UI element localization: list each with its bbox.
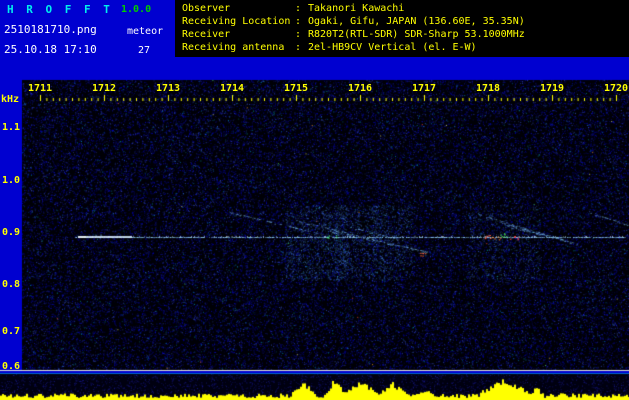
info-value: Ogaki, Gifu, JAPAN (136.60E, 35.35N)	[308, 15, 525, 28]
info-label: Receiver	[182, 28, 295, 41]
info-row-location: Receiving Location : Ogaki, Gifu, JAPAN …	[175, 15, 629, 28]
info-value: R820T2(RTL-SDR) SDR-Sharp 53.1000MHz	[308, 28, 525, 41]
x-tick-label: 1714	[216, 83, 248, 94]
y-tick-label: 1.1	[2, 122, 20, 133]
y-axis-unit: kHz	[1, 94, 19, 105]
info-value: 2el-HB9CV Vertical (el. E-W)	[308, 41, 477, 54]
info-separator: :	[295, 2, 308, 15]
x-tick-label: 1711	[24, 83, 56, 94]
info-separator: :	[295, 41, 308, 54]
x-tick-label: 1718	[472, 83, 504, 94]
info-row-observer: Observer : Takanori Kawachi	[175, 2, 629, 15]
info-row-antenna: Receiving antenna : 2el-HB9CV Vertical (…	[175, 41, 629, 54]
mode-label: meteor	[127, 26, 163, 37]
info-label: Receiving Location	[182, 15, 295, 28]
info-row-receiver: Receiver : R820T2(RTL-SDR) SDR-Sharp 53.…	[175, 28, 629, 41]
timestamp: 25.10.18 17:10	[4, 43, 97, 56]
x-tick-label: 1715	[280, 83, 312, 94]
x-tick-label: 1712	[88, 83, 120, 94]
spectrogram-canvas	[0, 0, 629, 400]
info-label: Receiving antenna	[182, 41, 295, 54]
output-filename: 2510181710.png	[4, 23, 97, 36]
echo-count: 27	[138, 45, 150, 56]
x-tick-label: 1713	[152, 83, 184, 94]
info-label: Observer	[182, 2, 295, 15]
info-separator: :	[295, 15, 308, 28]
y-tick-label: 0.7	[2, 326, 20, 337]
x-tick-label: 1717	[408, 83, 440, 94]
app-title: H R O F F T	[7, 3, 113, 16]
x-tick-label: 1719	[536, 83, 568, 94]
info-separator: :	[295, 28, 308, 41]
observer-info-panel: Observer : Takanori Kawachi Receiving Lo…	[175, 0, 629, 57]
hrofft-output-screen: H R O F F T 1.0.0 2510181710.png meteor …	[0, 0, 629, 400]
info-value: Takanori Kawachi	[308, 2, 404, 15]
y-tick-label: 0.8	[2, 279, 20, 290]
app-version: 1.0.0	[121, 4, 151, 15]
x-tick-label: 1716	[344, 83, 376, 94]
y-tick-label: 0.9	[2, 227, 20, 238]
y-tick-label: 0.6	[2, 361, 20, 372]
y-tick-label: 1.0	[2, 175, 20, 186]
x-tick-label: 1720	[600, 83, 629, 94]
